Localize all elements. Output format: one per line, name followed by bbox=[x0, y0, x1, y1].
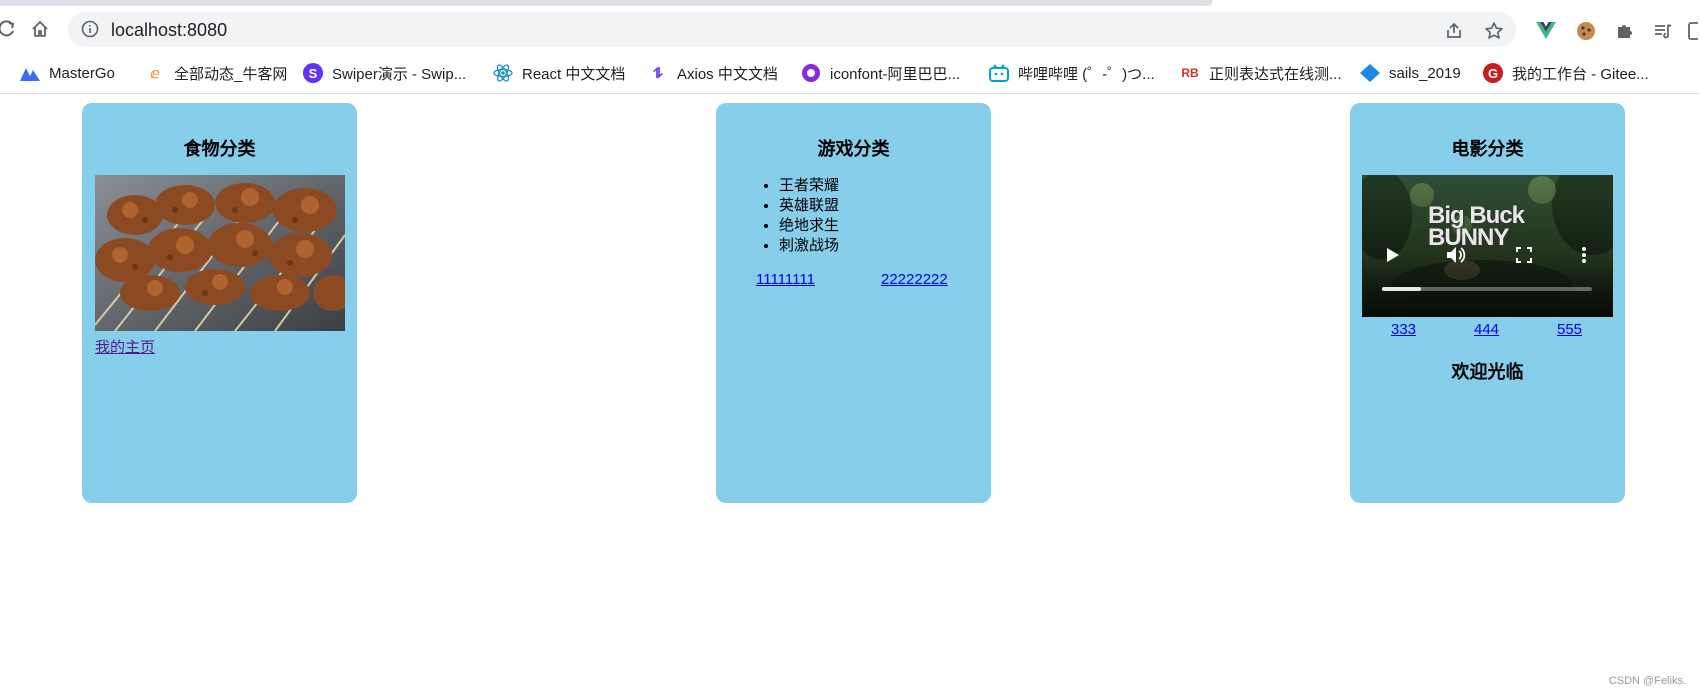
bookmark-label: 正则表达式在线测... bbox=[1209, 65, 1342, 83]
bookmark-item[interactable]: 哔哩哔哩 (゜-゜)つ... bbox=[989, 62, 1155, 84]
link-1[interactable]: 11111111 bbox=[756, 271, 815, 288]
react-icon bbox=[493, 63, 513, 83]
reload-icon[interactable] bbox=[0, 14, 22, 44]
vue-devtools-icon[interactable] bbox=[1534, 19, 1558, 43]
welcome-text: 欢迎光临 bbox=[1451, 362, 1524, 382]
food-card: 食物分类 我的主页 bbox=[82, 103, 357, 503]
volume-icon[interactable] bbox=[1446, 246, 1466, 269]
extensions-puzzle-icon[interactable] bbox=[1612, 19, 1636, 43]
bookmark-item[interactable]: iconfont-阿里巴巴... bbox=[801, 62, 960, 84]
link-333[interactable]: 333 bbox=[1391, 321, 1416, 338]
bookmark-label: React 中文文档 bbox=[522, 65, 626, 83]
game-card-title: 游戏分类 bbox=[817, 139, 890, 159]
gitee-icon: G bbox=[1483, 63, 1503, 83]
link-444[interactable]: 444 bbox=[1474, 321, 1499, 338]
watermark: CSDN @Feliks. bbox=[1608, 675, 1686, 687]
bilibili-icon bbox=[989, 63, 1009, 83]
svg-text:S: S bbox=[309, 66, 318, 81]
bookmark-label: iconfont-阿里巴巴... bbox=[830, 65, 961, 83]
cookie-icon[interactable] bbox=[1574, 19, 1598, 43]
game-card: 游戏分类 王者荣耀 英雄联盟 绝地求生 刺激战场 11111111 222222… bbox=[716, 103, 991, 503]
reading-list-icon[interactable] bbox=[1651, 19, 1675, 43]
url-text[interactable]: localhost:8080 bbox=[111, 20, 227, 40]
bookmark-item[interactable]: MasterGo bbox=[20, 62, 115, 84]
bookmark-item[interactable]: React 中文文档 bbox=[493, 62, 625, 84]
my-homepage-link[interactable]: 我的主页 bbox=[95, 336, 155, 357]
site-info-icon[interactable] bbox=[81, 20, 99, 43]
home-icon[interactable] bbox=[25, 14, 55, 44]
movie-links: 333 444 555 bbox=[1362, 321, 1613, 341]
side-panel-icon[interactable] bbox=[1688, 19, 1698, 43]
more-options-icon[interactable] bbox=[1581, 246, 1587, 269]
bookmark-item[interactable]: RB 正则表达式在线测... bbox=[1180, 62, 1342, 84]
list-item: 刺激战场 bbox=[779, 236, 839, 256]
svg-text:G: G bbox=[1488, 66, 1498, 81]
bookmark-label: 我的工作台 - Gitee... bbox=[1512, 65, 1649, 83]
list-item: 英雄联盟 bbox=[779, 196, 839, 216]
bookmark-label: Swiper演示 - Swip... bbox=[332, 65, 467, 83]
link-555[interactable]: 555 bbox=[1557, 321, 1582, 338]
bookmark-item[interactable]: sails_2019 bbox=[1360, 62, 1461, 84]
video-progress-track[interactable] bbox=[1382, 287, 1592, 291]
mastergo-icon bbox=[20, 63, 40, 83]
bookmark-label: 哔哩哔哩 (゜-゜)つ... bbox=[1018, 65, 1155, 83]
list-item: 王者荣耀 bbox=[779, 176, 839, 196]
bookmark-item[interactable]: ⅇ 全部动态_牛客网 bbox=[145, 62, 287, 84]
axios-icon: ⥮ bbox=[652, 64, 664, 81]
browser-toolbar: localhost:8080 bbox=[0, 6, 1699, 53]
bookmark-item[interactable]: S Swiper演示 - Swip... bbox=[303, 62, 466, 84]
bookmark-label: 全部动态_牛客网 bbox=[174, 65, 288, 83]
video-title-overlay: Big Buck BUNNY bbox=[1428, 202, 1525, 251]
bookmark-label: MasterGo bbox=[49, 64, 115, 82]
nowcoder-icon: ⅇ bbox=[150, 64, 160, 81]
movie-card-title: 电影分类 bbox=[1451, 139, 1524, 159]
share-icon[interactable] bbox=[1443, 20, 1465, 42]
food-image bbox=[95, 175, 345, 331]
bookmark-label: sails_2019 bbox=[1389, 64, 1461, 82]
list-item: 绝地求生 bbox=[779, 216, 839, 236]
play-icon[interactable] bbox=[1386, 247, 1400, 268]
bookmark-item[interactable]: G 我的工作台 - Gitee... bbox=[1483, 62, 1649, 84]
bookmark-item[interactable]: ⥮ Axios 中文文档 bbox=[648, 62, 778, 84]
food-card-title: 食物分类 bbox=[183, 139, 256, 159]
iconfont-icon bbox=[801, 63, 821, 83]
movie-card: 电影分类 Big Buck BUNNY 333 444 555 欢迎光临 bbox=[1350, 103, 1625, 503]
sails-icon bbox=[1360, 63, 1380, 83]
bookmark-star-icon[interactable] bbox=[1483, 20, 1505, 42]
link-2[interactable]: 22222222 bbox=[881, 271, 948, 288]
regex-icon: RB bbox=[1181, 66, 1199, 80]
swiper-icon: S bbox=[303, 63, 323, 83]
video-progress-buffered bbox=[1382, 287, 1421, 291]
fullscreen-icon[interactable] bbox=[1516, 247, 1532, 268]
bookmarks-bar: MasterGo ⅇ 全部动态_牛客网 S Swiper演示 - Swip... Reac… bbox=[0, 53, 1699, 94]
game-list: 王者荣耀 英雄联盟 绝地求生 刺激战场 bbox=[779, 176, 839, 256]
video-player[interactable]: Big Buck BUNNY bbox=[1362, 175, 1613, 317]
bookmark-label: Axios 中文文档 bbox=[677, 65, 778, 83]
address-bar[interactable]: localhost:8080 bbox=[68, 12, 1516, 47]
